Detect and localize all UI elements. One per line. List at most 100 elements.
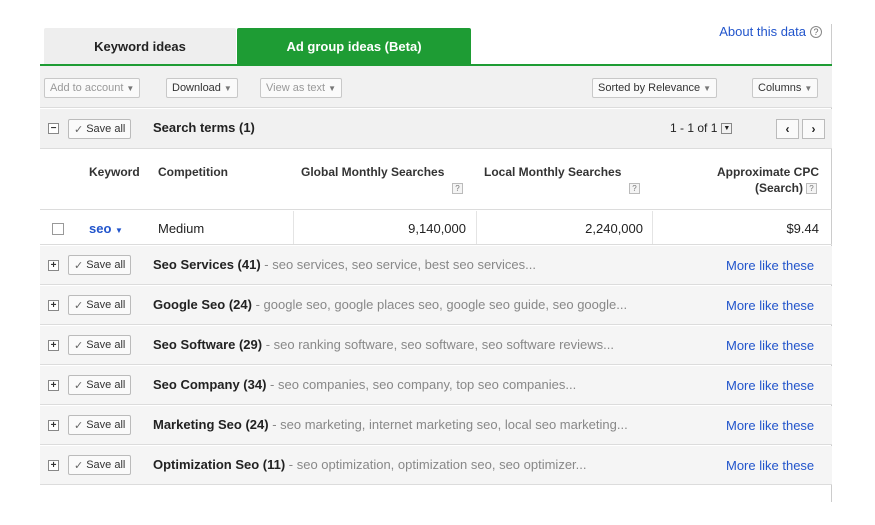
save-all-button[interactable]: ✓ Save all: [68, 119, 132, 139]
checkmark-icon: ✓: [74, 299, 84, 312]
download-label: Download: [172, 82, 221, 94]
cpc-header-line2: (Search): [754, 181, 803, 195]
save-all-button[interactable]: ✓ Save all: [68, 375, 132, 395]
ad-group-title: Google Seo (24) - google seo, google pla…: [153, 297, 627, 312]
ad-group-name[interactable]: Seo Services (41): [153, 257, 261, 272]
save-all-label: Save all: [86, 299, 126, 311]
save-all-button[interactable]: ✓ Save all: [68, 335, 132, 355]
help-icon[interactable]: ?: [452, 183, 463, 194]
cpc-cell: $9.44: [786, 221, 819, 236]
cpc-header-line1: Approximate CPC: [716, 165, 819, 179]
divider: [652, 211, 653, 244]
save-all-button[interactable]: ✓ Save all: [68, 255, 132, 275]
chevron-down-icon: ▼: [115, 226, 123, 235]
ad-group-title: Optimization Seo (11) - seo optimization…: [153, 457, 587, 472]
ad-group-name[interactable]: Marketing Seo (24): [153, 417, 269, 432]
checkmark-icon: ✓: [74, 259, 84, 272]
chevron-down-icon: ▼: [223, 83, 232, 93]
save-all-label: Save all: [86, 123, 126, 135]
chevron-down-icon: ▼: [126, 83, 135, 93]
save-all-label: Save all: [86, 379, 126, 391]
ad-group-row: + ✓ Save all Seo Software (29) - seo rank…: [40, 326, 832, 365]
next-page-button[interactable]: ›: [802, 119, 825, 139]
more-like-these-link[interactable]: More like these: [726, 298, 814, 313]
ad-group-row: + ✓ Save all Marketing Seo (24) - seo mar…: [40, 406, 832, 445]
more-like-these-link[interactable]: More like these: [726, 378, 814, 393]
view-as-text-label: View as text: [266, 82, 326, 94]
help-icon[interactable]: ?: [810, 25, 822, 38]
more-like-these-link[interactable]: More like these: [726, 258, 814, 273]
ad-group-name[interactable]: Optimization Seo (11): [153, 457, 285, 472]
more-like-these-link[interactable]: More like these: [726, 418, 814, 433]
pager: 1 - 1 of 1 ▼: [670, 121, 733, 135]
expand-icon[interactable]: +: [48, 420, 59, 431]
expand-icon[interactable]: +: [48, 460, 59, 471]
collapse-icon[interactable]: −: [48, 123, 59, 134]
tab-keyword-ideas[interactable]: Keyword ideas: [44, 28, 236, 64]
ad-group-title: Seo Software (29) - seo ranking software…: [153, 337, 614, 352]
checkmark-icon: ✓: [74, 419, 84, 432]
prev-page-button[interactable]: ‹: [776, 119, 799, 139]
help-icon[interactable]: ?: [806, 183, 817, 194]
about-label[interactable]: About this data: [719, 24, 806, 39]
toolbar: Add to account ▼ Download ▼ View as text ▼ …: [40, 64, 832, 108]
chevron-down-icon: ▼: [703, 83, 712, 93]
tab-bar: Keyword ideas Ad group ideas (Beta) Abou…: [40, 14, 838, 64]
divider: [293, 211, 294, 244]
divider: [476, 211, 477, 244]
checkmark-icon: ✓: [74, 379, 84, 392]
ad-group-description: - google seo, google places seo, google …: [251, 297, 628, 312]
tab-ad-group-ideas[interactable]: Ad group ideas (Beta): [237, 28, 471, 64]
save-all-button[interactable]: ✓ Save all: [68, 415, 132, 435]
save-all-button[interactable]: ✓ Save all: [68, 455, 132, 475]
ad-group-name[interactable]: Seo Software (29): [153, 337, 262, 352]
expand-icon[interactable]: +: [48, 260, 59, 271]
add-to-account-button[interactable]: Add to account ▼: [44, 78, 141, 98]
pager-dropdown-icon[interactable]: ▼: [721, 122, 733, 134]
col-competition[interactable]: Competition: [158, 164, 228, 180]
table-row: seo ▼ Medium 9,140,000 2,240,000 $9.44: [40, 211, 832, 245]
ad-group-title: Seo Services (41) - seo services, seo se…: [153, 257, 536, 272]
expand-icon[interactable]: +: [48, 380, 59, 391]
help-icon[interactable]: ?: [629, 183, 640, 194]
search-terms-title: Search terms (1): [153, 120, 255, 135]
columns-label: Columns: [758, 82, 802, 94]
col-approximate-cpc[interactable]: Approximate CPC (Search): [700, 164, 819, 196]
pager-label: 1 - 1 of 1: [670, 121, 718, 135]
keyword-link[interactable]: seo ▼: [89, 221, 123, 236]
row-checkbox[interactable]: [52, 223, 64, 235]
download-button[interactable]: Download ▼: [166, 78, 238, 98]
ad-group-title: Seo Company (34) - seo companies, seo co…: [153, 377, 576, 392]
competition-cell: Medium: [158, 221, 205, 236]
ad-group-name[interactable]: Seo Company (34): [153, 377, 266, 392]
more-like-these-link[interactable]: More like these: [726, 338, 814, 353]
sort-label: Sorted by Relevance: [598, 82, 701, 94]
save-all-button[interactable]: ✓ Save all: [68, 295, 132, 315]
col-global-monthly-searches[interactable]: Global Monthly Searches: [301, 164, 444, 180]
ad-group-description: - seo optimization, optimization seo, se…: [285, 457, 587, 472]
ad-group-description: - seo companies, seo company, top seo co…: [266, 377, 577, 392]
ad-group-name[interactable]: Google Seo (24): [153, 297, 252, 312]
ad-group-row: + ✓ Save all Seo Company (34) - seo compa…: [40, 366, 832, 405]
local-searches-cell: 2,240,000: [585, 221, 643, 236]
more-like-these-link[interactable]: More like these: [726, 458, 814, 473]
view-as-text-button[interactable]: View as text ▼: [260, 78, 343, 98]
columns-dropdown[interactable]: Columns ▼: [752, 78, 819, 98]
search-terms-header: − ✓ Save all Search terms (1) 1 - 1 of 1…: [40, 109, 832, 149]
chevron-down-icon: ▼: [804, 83, 813, 93]
save-all-label: Save all: [86, 339, 126, 351]
ad-group-description: - seo marketing, internet marketing seo,…: [268, 417, 628, 432]
expand-icon[interactable]: +: [48, 340, 59, 351]
chevron-down-icon: ▼: [328, 83, 337, 93]
save-all-label: Save all: [86, 259, 126, 271]
global-searches-cell: 9,140,000: [408, 221, 466, 236]
col-local-monthly-searches[interactable]: Local Monthly Searches: [484, 164, 621, 180]
expand-icon[interactable]: +: [48, 300, 59, 311]
col-keyword[interactable]: Keyword: [89, 164, 140, 180]
save-all-label: Save all: [86, 459, 126, 471]
keyword-text: seo: [89, 221, 112, 236]
sort-dropdown[interactable]: Sorted by Relevance ▼: [592, 78, 718, 98]
checkmark-icon: ✓: [74, 339, 84, 352]
about-this-data-link[interactable]: About this data ?: [719, 24, 822, 39]
ad-group-row: + ✓ Save all Google Seo (24) - google seo…: [40, 286, 832, 325]
